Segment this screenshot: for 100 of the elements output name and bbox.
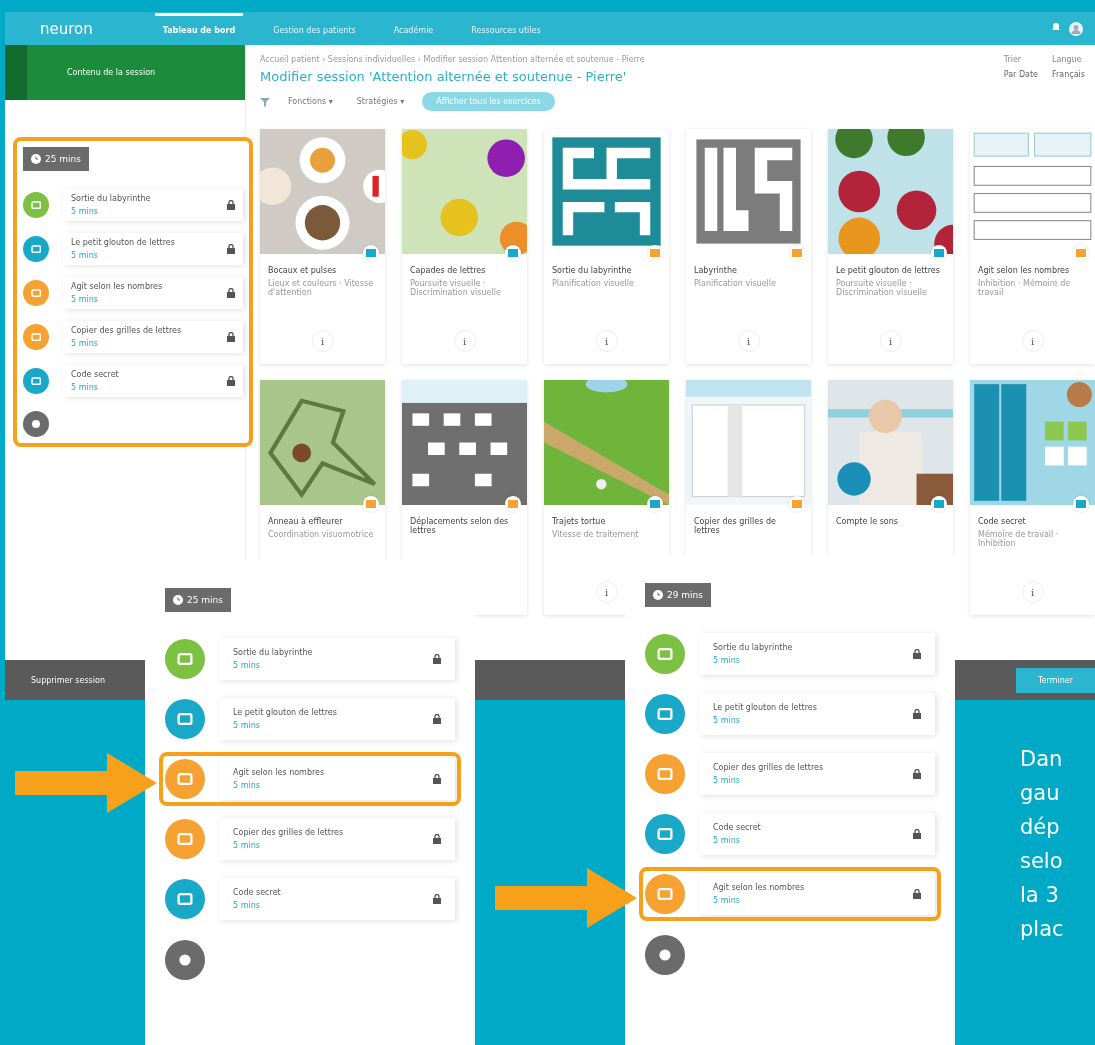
exercise-name: Copier des grilles de lettres [713,763,825,772]
exercise-item[interactable]: Sortie du labyrinthe 5 mins [219,638,455,680]
exercise-item[interactable]: Le petit glouton de lettres 5 mins [63,233,243,265]
card-description: Mémoire de travail · Inhibition [978,530,1060,548]
exercise-duration: 5 mins [713,656,741,665]
card-title: Déplacements selon des lettres [410,517,510,535]
exercise-name: Le petit glouton de lettres [233,708,338,717]
add-button[interactable] [165,940,205,980]
exercise-name: Agit selon les nombres [713,883,806,892]
select-dropdown[interactable]: Par Date [1003,70,1038,79]
lock-icon [913,889,921,899]
exercise-duration: 5 mins [233,721,261,730]
exercise-card[interactable]: Code secret Mémoire de travail · Inhibition i [970,380,1095,615]
card-title: Trajets tortue [552,517,607,526]
lock-icon [227,200,235,210]
exercise-name: Sortie du labyrinthe [713,643,794,652]
card-title: Bocaux et pulses [268,266,338,275]
exercise-duration: 5 mins [233,781,261,790]
exercise-card[interactable]: Capades de lettres Poursuite visuelle · Discrimination visuelle i [402,129,527,364]
exercise-duration: 5 mins [233,661,261,670]
caption-text: plac [1020,916,1064,943]
exercise-name: Sortie du labyrinthe [71,194,152,203]
info-button[interactable]: i [737,330,760,352]
info-button[interactable]: i [1021,581,1044,603]
caption-text: dép [1020,814,1061,841]
lock-icon [913,829,921,839]
card-title: Agit selon les nombres [978,266,1071,275]
filter-dropdown[interactable]: Fonctions ▾ [282,96,339,107]
lock-icon [913,769,921,779]
lock-icon [433,894,441,904]
exercise-duration: 5 mins [71,339,99,348]
card-description: Lieux et couleurs · Vitesse d'attention [268,279,375,297]
exercise-item[interactable]: Le petit glouton de lettres 5 mins [699,693,935,735]
card-description: Coordination visuomotrice [268,530,375,539]
exercise-item[interactable]: Copier des grilles de lettres 5 mins [219,818,455,860]
exercise-item[interactable]: Code secret 5 mins [219,878,455,920]
select-dropdown[interactable]: Français [1052,70,1085,79]
exercise-name: Agit selon les nombres [233,768,326,777]
exercise-item[interactable]: Code secret 5 mins [699,813,935,855]
filter-dropdown[interactable]: Stratégies ▾ [350,96,411,107]
exercise-item[interactable]: Sortie du labyrinthe 5 mins [699,633,935,675]
exercise-duration: 5 mins [71,295,99,304]
exercise-item[interactable]: Agit selon les nombres 5 mins [219,758,455,800]
info-button[interactable]: i [1021,330,1044,352]
add-icon [658,948,672,962]
caption-text: selo [1020,848,1064,875]
caption-text: gau [1020,780,1061,807]
exercise-item[interactable]: Agit selon les nombres 5 mins [63,277,243,309]
exercise-item[interactable]: Copier des grilles de lettres 5 mins [699,753,935,795]
exercise-name: Agit selon les nombres [71,282,164,291]
exercise-card[interactable]: Bocaux et pulses Lieux et couleurs · Vitesse d'attention i [260,129,385,364]
add-icon [178,953,192,967]
add-icon [31,419,41,429]
delete-session-button[interactable]: Supprimer session [25,674,111,686]
exercise-item[interactable]: Copier des grilles de lettres 5 mins [63,321,243,353]
exercise-card[interactable]: Labyrinthe Planification visuelle i [686,129,811,364]
duration-text: 25 mins [45,154,81,164]
info-button[interactable]: i [453,330,476,352]
exercise-duration: 5 mins [71,207,99,216]
info-button[interactable]: i [595,330,618,352]
lock-icon [433,654,441,664]
lock-icon [227,332,235,342]
exercise-item[interactable]: Sortie du labyrinthe 5 mins [63,189,243,221]
exercise-item[interactable]: Agit selon les nombres 5 mins [699,873,935,915]
card-title: Copier des grilles de lettres [694,517,777,535]
info-button[interactable]: i [595,581,618,603]
card-title: Anneau à effleurer [268,517,344,526]
exercise-card[interactable]: Sortie du labyrinthe Planification visuelle i [544,129,669,364]
exercise-item[interactable]: Le petit glouton de lettres 5 mins [219,698,455,740]
clock-icon [31,154,41,164]
caption-text: la 3 [1020,882,1060,909]
exercise-card[interactable]: Agit selon les nombres Inhibition · Mémoire de travail i [970,129,1095,364]
info-button[interactable]: i [879,330,902,352]
card-description: Inhibition · Mémoire de travail [978,279,1072,297]
exercise-duration: 5 mins [713,836,741,845]
exercise-name: Copier des grilles de lettres [233,828,345,837]
card-title: Sortie du labyrinthe [552,266,633,275]
exercise-name: Le petit glouton de lettres [71,238,176,247]
add-button[interactable] [23,411,49,437]
info-button[interactable]: i [311,330,334,352]
lock-icon [433,774,441,784]
card-description: Planification visuelle [694,279,777,288]
session-content-button[interactable]: Contenu de la session [5,45,245,100]
exercise-duration: 5 mins [713,776,741,785]
filter-icon [260,96,270,107]
lock-icon [913,649,921,659]
card-title: Capades de lettres [410,266,487,275]
add-button[interactable] [645,935,685,975]
exercise-duration: 5 mins [233,841,261,850]
exercise-card[interactable]: Le petit glouton de lettres Poursuite visuelle · Discrimination visuelle i [828,129,953,364]
card-description: Poursuite visuelle · Discrimination visuelle [836,279,928,297]
select-label: Langue [1052,55,1083,64]
exercise-item[interactable]: Code secret 5 mins [63,365,243,397]
card-title: Code secret [978,517,1027,526]
exercise-name: Copier des grilles de lettres [71,326,183,335]
lock-icon [227,288,235,298]
lock-icon [433,834,441,844]
lock-icon [913,709,921,719]
caption-text: Dan [1020,746,1064,773]
duration-text: 25 mins [187,595,223,605]
